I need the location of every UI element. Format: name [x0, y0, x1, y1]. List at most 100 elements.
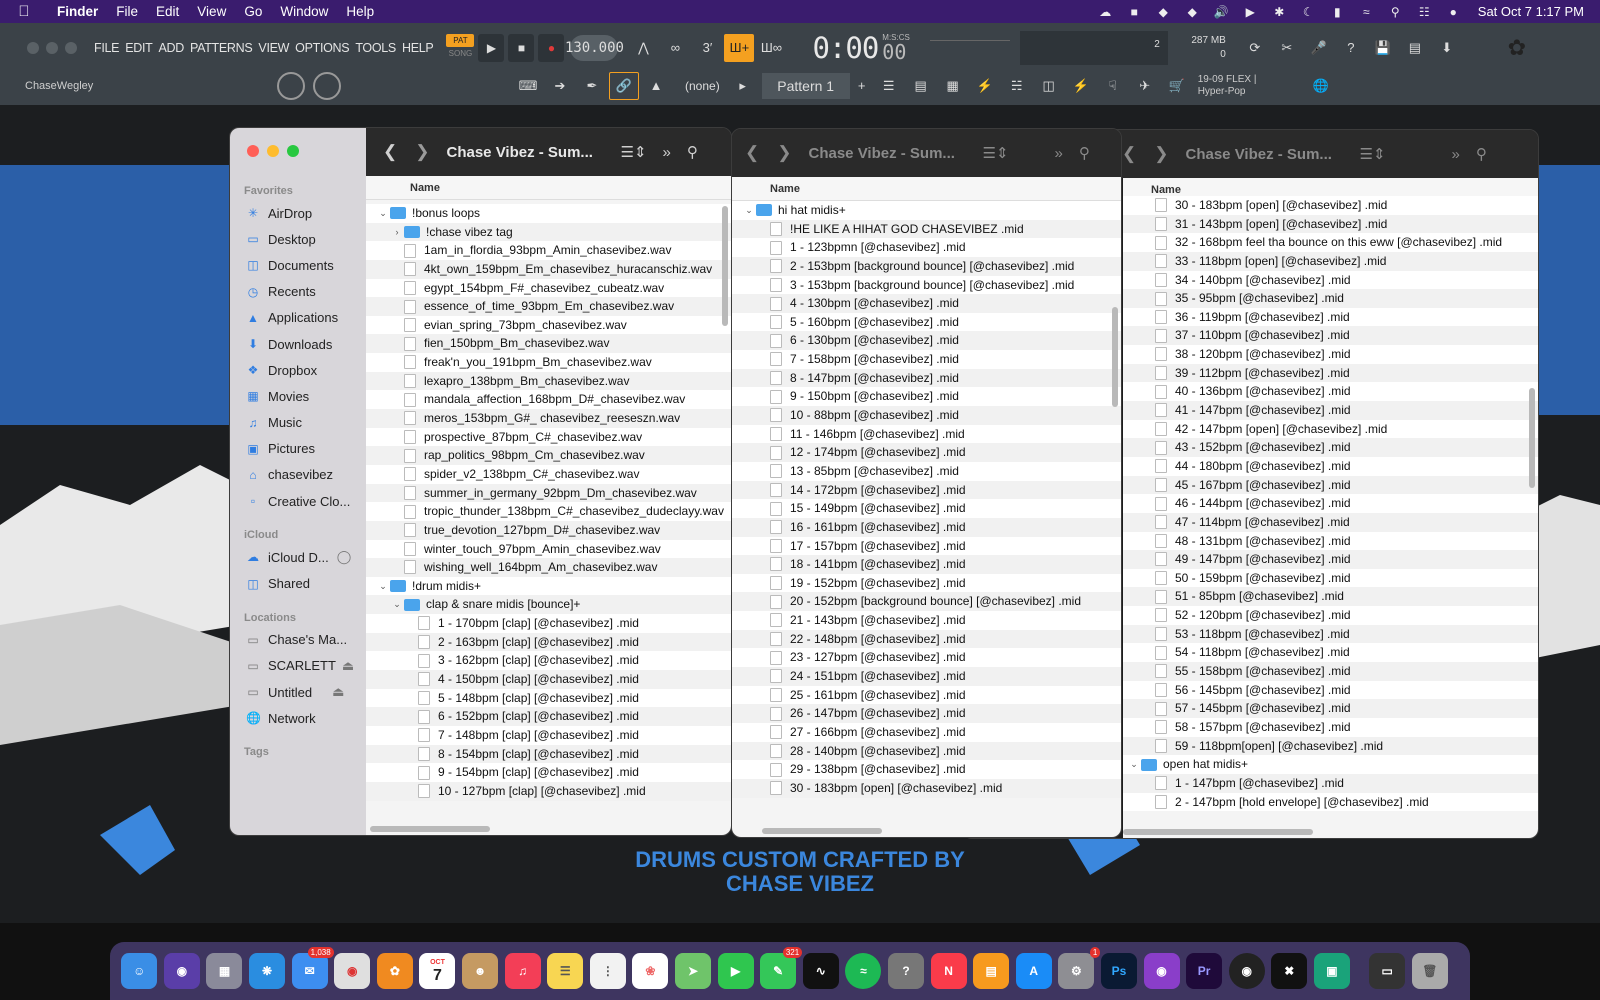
sidebar-item-recents[interactable]: ◷ Recents	[230, 279, 366, 305]
file-row[interactable]: 1 - 123bpmn [@chasevibez] .mid	[732, 238, 1121, 257]
dock-obs-icon[interactable]: ◉	[1228, 953, 1265, 989]
add-pattern-icon[interactable]: +	[852, 72, 872, 100]
pattern-name[interactable]: Pattern 1	[761, 72, 850, 99]
creative-cloud-status-icon[interactable]: ☁	[1091, 5, 1120, 19]
file-row[interactable]: spider_v2_138bpm_C#_chasevibez.wav	[366, 464, 731, 484]
close-window-button[interactable]	[247, 145, 259, 157]
column-header-name[interactable]: Name	[732, 177, 1121, 201]
file-row[interactable]: 31 - 143bpm [open] [@chasevibez] .mid	[1123, 214, 1538, 234]
file-row[interactable]: 45 - 167bpm [@chasevibez] .mid	[1123, 475, 1538, 495]
file-row[interactable]: 54 - 118bpm [@chasevibez] .mid	[1123, 643, 1538, 663]
dock-app-icon[interactable]: ▣	[1313, 953, 1350, 989]
fl-menu-file[interactable]: FILE	[91, 41, 122, 55]
plugin-icon[interactable]: ⚡	[1066, 72, 1096, 100]
sidebar-item-creative-cloud[interactable]: ▫ Creative Clo...	[230, 488, 366, 514]
dock-siri-icon[interactable]: ◉	[163, 953, 200, 989]
fl-window-controls[interactable]	[27, 41, 77, 54]
menu-window[interactable]: Window	[271, 4, 337, 19]
sidebar-item-network[interactable]: 🌐 Network	[230, 705, 366, 731]
piano-roll-icon[interactable]: ⌨	[513, 72, 543, 100]
export-icon[interactable]: ⬇	[1432, 34, 1462, 62]
link-icon[interactable]: 🔗	[609, 71, 639, 100]
dock-notes-icon[interactable]: ☰	[547, 953, 584, 989]
file-row[interactable]: 51 - 85bpm [@chasevibez] .mid	[1123, 587, 1538, 607]
stop-button[interactable]: ■	[508, 33, 535, 62]
menu-view[interactable]: View	[188, 4, 235, 19]
folder-row[interactable]: ⌄ !drum midis+	[366, 576, 731, 596]
fl-menu-tools[interactable]: TOOLS	[352, 41, 399, 55]
menu-go[interactable]: Go	[235, 4, 271, 19]
search-icon[interactable]: ⚲	[679, 143, 706, 161]
file-row[interactable]: 40 - 136bpm [@chasevibez] .mid	[1123, 382, 1538, 402]
fl-status-icon[interactable]: ◆	[1149, 5, 1178, 19]
search-icon[interactable]: ⚲	[1468, 145, 1495, 163]
file-row[interactable]: 20 - 152bpm [background bounce] [@chasev…	[732, 592, 1121, 612]
file-row[interactable]: 2 - 163bpm [clap] [@chasevibez] .mid	[366, 632, 731, 652]
folder-row[interactable]: ⌄ !bonus loops	[366, 204, 731, 223]
file-row[interactable]: 21 - 143bpm [@chasevibez] .mid	[732, 611, 1121, 630]
dock-premiere-icon[interactable]: Pr	[1186, 953, 1223, 989]
file-row[interactable]: 48 - 131bpm [@chasevibez] .mid	[1123, 531, 1538, 551]
back-chevron-icon[interactable]: ❮	[374, 142, 406, 162]
disclosure-closed-icon[interactable]: ›	[390, 223, 404, 242]
file-row[interactable]: 39 - 112bpm [@chasevibez] .mid	[1123, 363, 1538, 383]
file-row[interactable]: 6 - 152bpm [clap] [@chasevibez] .mid	[366, 707, 731, 726]
undo-history-icon[interactable]: ⟳	[1240, 34, 1270, 62]
touch-icon[interactable]: ☟	[1098, 72, 1128, 100]
file-row[interactable]: 1am_in_flordia_93bpm_Amin_chasevibez.wav	[366, 241, 731, 260]
file-row[interactable]: true_devotion_127bpm_D#_chasevibez.wav	[366, 520, 731, 540]
dock-news-icon[interactable]: N	[930, 953, 967, 989]
menu-clock[interactable]: Sat Oct 7 1:17 PM	[1468, 4, 1600, 19]
fl-menu-add[interactable]: ADD	[155, 41, 187, 55]
dock-facetime-icon[interactable]: ▶	[717, 953, 754, 989]
sidebar-item-macbook[interactable]: ▭ Chase's Ma...	[230, 627, 366, 653]
file-row[interactable]: 28 - 140bpm [@chasevibez] .mid	[732, 741, 1121, 761]
more-chevrons-icon[interactable]: »	[1444, 146, 1468, 163]
microphone-icon[interactable]: 🎤	[1304, 34, 1334, 62]
wait-input-icon[interactable]: ∞	[660, 34, 690, 62]
file-row[interactable]: 9 - 150bpm [@chasevibez] .mid	[732, 387, 1121, 407]
cut-icon[interactable]: ✂	[1272, 34, 1302, 62]
file-row[interactable]: 36 - 119bpm [@chasevibez] .mid	[1123, 307, 1538, 327]
dock-spotify-icon[interactable]: ≈	[845, 953, 882, 989]
file-row[interactable]: 16 - 161bpm [@chasevibez] .mid	[732, 517, 1121, 537]
file-row[interactable]: 18 - 141bpm [@chasevibez] .mid	[732, 555, 1121, 574]
folder-row[interactable]: ⌄ clap & snare midis [bounce]+	[366, 595, 731, 615]
file-row[interactable]: 2 - 153bpm [background bounce] [@chasevi…	[732, 256, 1121, 276]
sidebar-item-music[interactable]: ♫ Music	[230, 410, 366, 436]
sidebar-item-airdrop[interactable]: ✳ AirDrop	[230, 200, 366, 226]
sidebar-item-downloads[interactable]: ⬇ Downloads	[230, 331, 366, 357]
sidebar-item-shared[interactable]: ◫ Shared	[230, 570, 366, 596]
file-row[interactable]: 8 - 147bpm [@chasevibez] .mid	[732, 368, 1121, 388]
file-row[interactable]: 30 - 183bpm [open] [@chasevibez] .mid	[1123, 196, 1538, 215]
eject-icon[interactable]: ⏏	[342, 658, 354, 674]
file-row[interactable]: prospective_87bpm_C#_chasevibez.wav	[366, 427, 731, 447]
file-row[interactable]: 42 - 147bpm [open] [@chasevibez] .mid	[1123, 419, 1538, 439]
horizontal-scrollbar[interactable]	[762, 828, 882, 834]
sidebar-item-dropbox[interactable]: ❖ Dropbox	[230, 357, 366, 383]
file-row[interactable]: 37 - 110bpm [@chasevibez] .mid	[1123, 326, 1538, 346]
record-button[interactable]: ●	[538, 33, 565, 62]
dock-photoshop-icon[interactable]: Ps	[1100, 953, 1137, 989]
file-row[interactable]: 43 - 152bpm [@chasevibez] .mid	[1123, 438, 1538, 457]
file-row[interactable]: 50 - 159bpm [@chasevibez] .mid	[1123, 568, 1538, 588]
globe-icon[interactable]: 🌐	[1306, 72, 1336, 100]
dock-contacts-icon[interactable]: ☻	[462, 953, 499, 989]
siri-icon[interactable]: ●	[1439, 5, 1468, 19]
fl-menu-options[interactable]: OPTIONS	[292, 41, 352, 55]
file-row[interactable]: 5 - 148bpm [clap] [@chasevibez] .mid	[366, 688, 731, 708]
file-row[interactable]: 35 - 95bpm [@chasevibez] .mid	[1123, 289, 1538, 308]
minimize-window-button[interactable]	[267, 145, 279, 157]
file-row[interactable]: 7 - 158bpm [@chasevibez] .mid	[732, 350, 1121, 369]
file-row[interactable]: 29 - 138bpm [@chasevibez] .mid	[732, 760, 1121, 779]
file-row[interactable]: 44 - 180bpm [@chasevibez] .mid	[1123, 456, 1538, 476]
file-row[interactable]: rap_politics_98bpm_Cm_chasevibez.wav	[366, 446, 731, 465]
more-chevrons-icon[interactable]: »	[655, 144, 679, 161]
master-pitch-knob[interactable]	[313, 71, 341, 100]
dock-calendar-icon[interactable]: OCT 7	[419, 953, 456, 989]
list-view-icon[interactable]: ☰⇕	[975, 144, 1017, 162]
file-row[interactable]: 13 - 85bpm [@chasevibez] .mid	[732, 461, 1121, 481]
dock-capcut-icon[interactable]: ✖	[1271, 953, 1308, 989]
horizontal-scrollbar[interactable]	[1123, 829, 1313, 835]
disclosure-open-icon[interactable]: ⌄	[376, 577, 390, 596]
